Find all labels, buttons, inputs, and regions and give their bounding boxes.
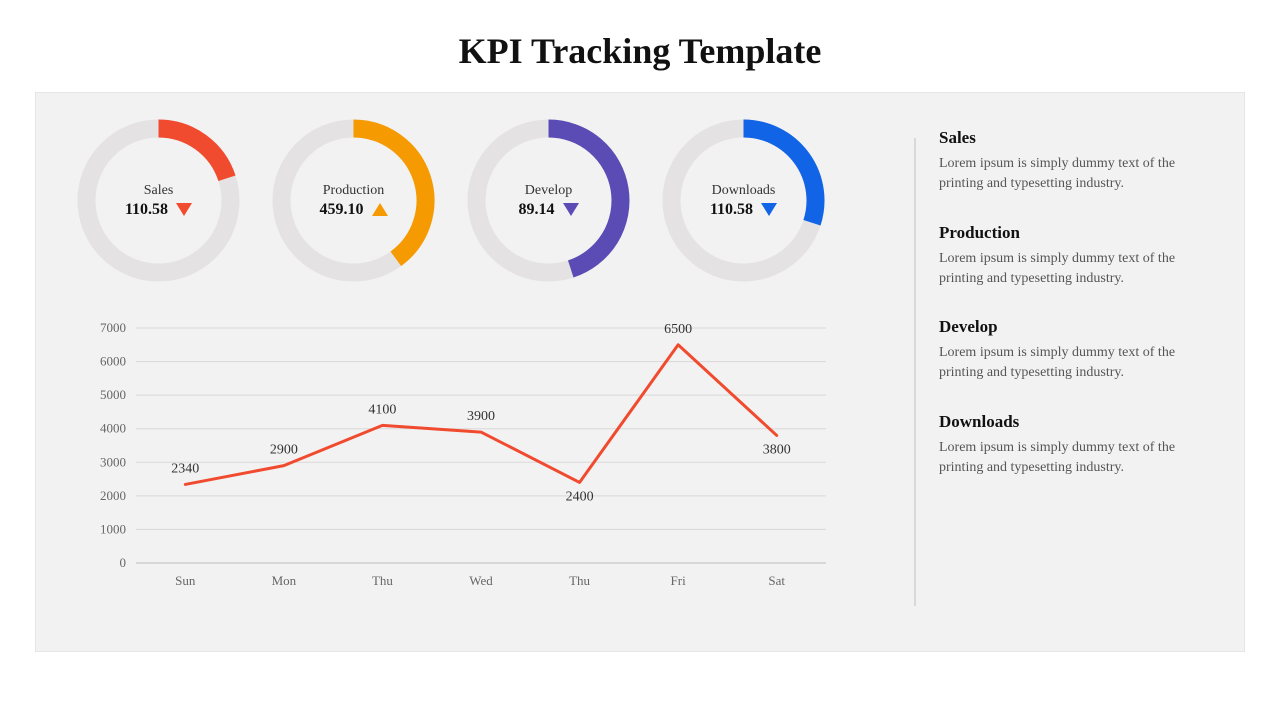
x-tick-label: Sat — [768, 573, 785, 588]
y-tick-label: 4000 — [100, 421, 126, 436]
data-point-label: 3800 — [763, 442, 791, 457]
side-heading: Downloads — [939, 412, 1214, 432]
line-chart: 0 1000 2000 3000 4000 5000 6000 7000 2340 2900 410… — [66, 313, 846, 603]
data-point-label: 2900 — [270, 443, 298, 458]
x-tick-label: Mon — [272, 573, 297, 588]
data-point-label: 6500 — [664, 322, 692, 337]
y-tick-label: 1000 — [100, 521, 126, 536]
gauge-downloads: Downloads 110.58 — [661, 118, 826, 283]
line-chart-container: 0 1000 2000 3000 4000 5000 6000 7000 2340 2900 410… — [66, 313, 894, 631]
data-point-label: 4100 — [368, 402, 396, 417]
data-point-label: 2340 — [171, 461, 199, 476]
side-text: Lorem ipsum is simply dummy text of the … — [939, 154, 1214, 195]
y-tick-label: 5000 — [100, 387, 126, 402]
side-heading: Production — [939, 223, 1214, 243]
gauge-label: Downloads — [712, 183, 776, 199]
side-text: Lorem ipsum is simply dummy text of the … — [939, 249, 1214, 290]
x-tick-label: Wed — [469, 573, 493, 588]
gauge-value: 459.10 — [320, 201, 364, 219]
y-tick-label: 2000 — [100, 488, 126, 503]
trend-up-icon — [372, 203, 388, 216]
data-point-label: 3900 — [467, 409, 495, 424]
dashboard-panel: Sales 110.58 Production 459.10 — [35, 92, 1245, 652]
y-tick-label: 3000 — [100, 454, 126, 469]
side-heading: Develop — [939, 317, 1214, 337]
gauge-value: 89.14 — [519, 201, 555, 219]
side-block-sales: Sales Lorem ipsum is simply dummy text o… — [939, 128, 1214, 195]
gauge-label: Production — [323, 183, 384, 199]
gauge-production: Production 459.10 — [271, 118, 436, 283]
data-point-label: 2400 — [566, 489, 594, 504]
side-block-develop: Develop Lorem ipsum is simply dummy text… — [939, 317, 1214, 384]
y-tick-label: 6000 — [100, 354, 126, 369]
vertical-divider — [914, 138, 916, 606]
side-text: Lorem ipsum is simply dummy text of the … — [939, 343, 1214, 384]
x-tick-label: Sun — [175, 573, 196, 588]
side-block-downloads: Downloads Lorem ipsum is simply dummy te… — [939, 412, 1214, 479]
side-block-production: Production Lorem ipsum is simply dummy t… — [939, 223, 1214, 290]
side-text: Lorem ipsum is simply dummy text of the … — [939, 438, 1214, 479]
x-tick-label: Thu — [372, 573, 393, 588]
x-tick-label: Fri — [671, 573, 687, 588]
gauge-label: Sales — [144, 183, 174, 199]
side-panel: Sales Lorem ipsum is simply dummy text o… — [914, 93, 1244, 651]
gauge-label: Develop — [525, 183, 572, 199]
gauge-value: 110.58 — [710, 201, 753, 219]
side-heading: Sales — [939, 128, 1214, 148]
trend-down-icon — [563, 203, 579, 216]
gauge-develop: Develop 89.14 — [466, 118, 631, 283]
x-tick-label: Thu — [569, 573, 590, 588]
y-tick-label: 7000 — [100, 320, 126, 335]
gauges-row: Sales 110.58 Production 459.10 — [66, 118, 894, 283]
y-tick-label: 0 — [120, 555, 127, 570]
page-title: KPI Tracking Template — [0, 0, 1280, 92]
trend-down-icon — [761, 203, 777, 216]
gauge-value: 110.58 — [125, 201, 168, 219]
gauge-sales: Sales 110.58 — [76, 118, 241, 283]
main-area: Sales 110.58 Production 459.10 — [36, 93, 914, 651]
page: KPI Tracking Template Sales 110.58 — [0, 0, 1280, 720]
trend-down-icon — [176, 203, 192, 216]
